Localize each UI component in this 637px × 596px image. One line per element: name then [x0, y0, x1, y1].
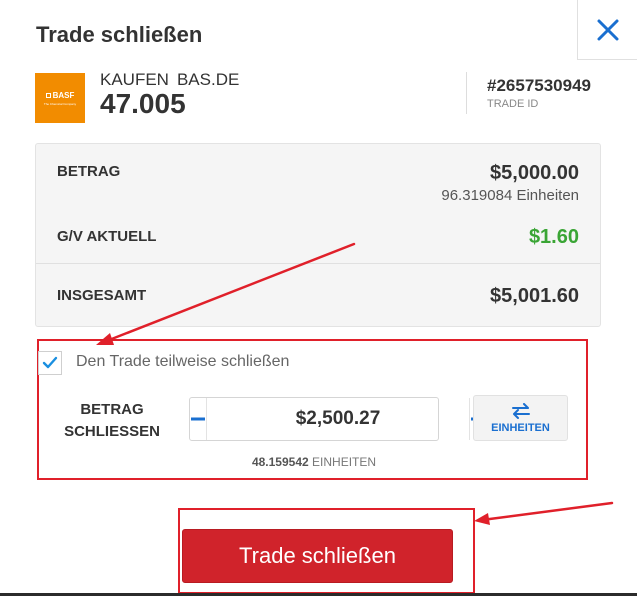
pl-label: G/V AKTUELL	[57, 228, 157, 245]
partial-close-checkbox[interactable]	[38, 351, 62, 375]
swap-arrows-icon	[511, 402, 530, 419]
checkmark-icon	[42, 356, 58, 369]
units-button-label: EINHEITEN	[491, 421, 550, 434]
trade-id-value: #2657530949	[487, 76, 592, 95]
amount-label: BETRAG	[57, 163, 121, 180]
close-trade-button[interactable]: Trade schließen	[182, 529, 453, 583]
close-amount-input[interactable]	[207, 398, 469, 440]
partial-close-label[interactable]: Den Trade teilweise schließen	[76, 353, 289, 371]
instrument-symbol: BAS.DE	[176, 70, 240, 89]
trade-summary-panel: BETRAG $5,000.00 96.319084 Einheiten G/V…	[35, 143, 601, 327]
close-units-suffix: EINHEITEN	[312, 455, 377, 469]
total-value: $5,001.60	[490, 285, 579, 307]
close-icon[interactable]	[596, 18, 620, 42]
close-amount-label: BETRAG SCHLIESSEN	[64, 401, 160, 440]
dialog-title: Trade schließen	[36, 22, 203, 47]
close-trade-dialog: Trade schließen BASF The Chemical Compan…	[0, 0, 637, 596]
switch-to-units-button[interactable]: EINHEITEN	[473, 395, 568, 441]
annotation-arrow-button	[480, 501, 614, 522]
header-divider	[466, 72, 467, 114]
trade-action: KAUFEN BAS.DE	[100, 70, 239, 90]
minus-icon	[191, 417, 205, 421]
close-units-note: 48.159542 EINHEITEN	[189, 455, 439, 469]
decrease-amount-button[interactable]	[190, 398, 207, 440]
trade-id-label: TRADE ID	[487, 98, 539, 110]
close-units-count: 48.159542	[251, 455, 309, 469]
instrument-price: 47.005	[100, 88, 186, 119]
close-amount-stepper	[189, 397, 485, 441]
basf-logo: BASF The Chemical Company	[35, 73, 85, 123]
summary-divider	[36, 263, 600, 264]
units-text: 96.319084 Einheiten	[441, 187, 579, 204]
close-dialog-button[interactable]	[577, 0, 637, 60]
total-label: INSGESAMT	[57, 287, 147, 304]
pl-value: $1.60	[528, 226, 579, 248]
amount-value: $5,000.00	[490, 162, 579, 184]
annotation-arrowhead-button	[474, 513, 490, 525]
trade-direction: KAUFEN	[100, 70, 169, 89]
